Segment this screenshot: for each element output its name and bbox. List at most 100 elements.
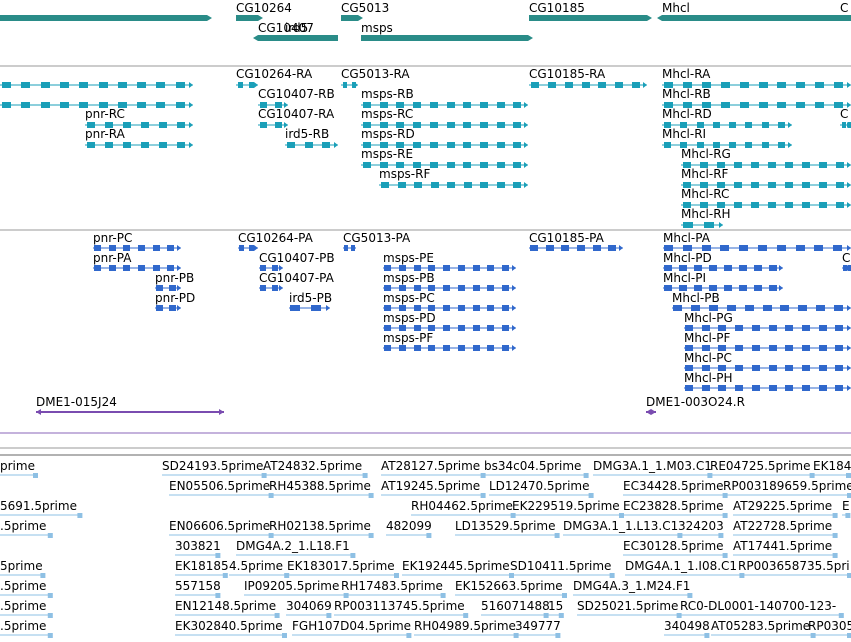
protein-exon[interactable] xyxy=(785,385,793,391)
transcript-exon[interactable] xyxy=(118,82,127,88)
transcript-exon[interactable] xyxy=(802,182,810,188)
protein-exon[interactable] xyxy=(798,305,807,311)
protein-exon[interactable] xyxy=(735,385,743,391)
gene-bar[interactable] xyxy=(662,15,851,21)
protein-exon[interactable] xyxy=(473,345,480,351)
transcript-exon[interactable] xyxy=(41,82,50,88)
protein-exon[interactable] xyxy=(835,325,843,331)
est-block[interactable] xyxy=(562,593,567,598)
transcript-exon[interactable] xyxy=(464,182,472,188)
protein-exon[interactable] xyxy=(473,265,480,271)
protein-exon[interactable] xyxy=(458,345,465,351)
protein-exon[interactable] xyxy=(785,365,793,371)
transcript-exon[interactable] xyxy=(60,82,69,88)
transcript-exon[interactable] xyxy=(815,82,824,88)
protein-exon[interactable] xyxy=(819,325,827,331)
protein-exon[interactable] xyxy=(311,305,321,311)
transcript-exon[interactable] xyxy=(2,82,11,88)
protein-exon[interactable] xyxy=(777,245,786,251)
transcript-exon[interactable] xyxy=(447,142,455,148)
protein-exon[interactable] xyxy=(109,265,116,271)
est-block[interactable] xyxy=(832,513,838,518)
est-block[interactable] xyxy=(846,473,851,478)
transcript-exon[interactable] xyxy=(768,182,776,188)
transcript-exon[interactable] xyxy=(447,122,455,128)
est-block[interactable] xyxy=(326,613,332,618)
protein-exon[interactable] xyxy=(502,305,509,311)
est-block[interactable] xyxy=(847,633,851,638)
transcript-exon[interactable] xyxy=(430,142,438,148)
transcript-exon[interactable] xyxy=(785,202,793,208)
est-block[interactable] xyxy=(368,493,374,498)
protein-exon[interactable] xyxy=(428,345,435,351)
transcript-exon[interactable] xyxy=(137,102,146,108)
protein-exon[interactable] xyxy=(802,325,810,331)
genome-browser-canvas[interactable]: CG10264 CG10407 ird5 CG5013 msps CG10185 Mhcl C… xyxy=(0,0,851,642)
protein-exon[interactable] xyxy=(735,345,743,351)
transcript-exon[interactable] xyxy=(713,122,720,128)
transcript-exon[interactable] xyxy=(238,82,243,88)
est-block[interactable] xyxy=(274,613,280,618)
est-block[interactable] xyxy=(583,473,589,478)
protein-exon[interactable] xyxy=(384,345,391,351)
transcript-exon[interactable] xyxy=(123,142,131,148)
transcript-exon[interactable] xyxy=(260,122,267,128)
protein-exon[interactable] xyxy=(123,265,130,271)
protein-exon[interactable] xyxy=(802,345,810,351)
protein-exon[interactable] xyxy=(664,285,672,291)
protein-exon[interactable] xyxy=(763,305,772,311)
est-block[interactable] xyxy=(47,533,53,538)
protein-exon[interactable] xyxy=(735,325,743,331)
est-block[interactable] xyxy=(480,493,486,498)
transcript-exon[interactable] xyxy=(729,122,736,128)
transcript-exon[interactable] xyxy=(249,82,254,88)
protein-exon[interactable] xyxy=(138,265,145,271)
transcript-exon[interactable] xyxy=(745,122,752,128)
transcript-exon[interactable] xyxy=(431,182,439,188)
protein-exon[interactable] xyxy=(752,365,760,371)
protein-exon[interactable] xyxy=(530,245,538,251)
transcript-exon[interactable] xyxy=(159,142,167,148)
protein-exon[interactable] xyxy=(754,265,762,271)
est-block[interactable] xyxy=(222,573,228,578)
transcript-exon[interactable] xyxy=(513,102,521,108)
transcript-exon[interactable] xyxy=(21,102,30,108)
transcript-exon[interactable] xyxy=(759,102,768,108)
protein-exon[interactable] xyxy=(487,285,494,291)
transcript-exon[interactable] xyxy=(785,162,793,168)
transcript-exon[interactable] xyxy=(751,182,759,188)
transcript-exon[interactable] xyxy=(497,102,505,108)
protein-exon[interactable] xyxy=(720,245,729,251)
transcript-exon[interactable] xyxy=(177,122,185,128)
transcript-exon[interactable] xyxy=(740,82,749,88)
transcript-exon[interactable] xyxy=(751,162,759,168)
est-block[interactable] xyxy=(838,613,844,618)
transcript-exon[interactable] xyxy=(796,102,805,108)
protein-exon[interactable] xyxy=(577,245,585,251)
protein-exon[interactable] xyxy=(443,305,450,311)
transcript-exon[interactable] xyxy=(141,122,149,128)
protein-exon[interactable] xyxy=(769,285,777,291)
protein-exon[interactable] xyxy=(754,285,762,291)
est-block[interactable] xyxy=(847,573,851,578)
transcript-exon[interactable] xyxy=(497,182,505,188)
est-block[interactable] xyxy=(282,633,287,638)
gene-bar[interactable] xyxy=(341,15,358,21)
protein-exon[interactable] xyxy=(458,305,465,311)
est-block[interactable] xyxy=(463,613,469,618)
est-block[interactable] xyxy=(609,573,615,578)
transcript-exon[interactable] xyxy=(836,182,844,188)
protein-exon[interactable] xyxy=(502,325,509,331)
protein-exon[interactable] xyxy=(814,245,823,251)
transcript-exon[interactable] xyxy=(836,202,844,208)
transcript-exon[interactable] xyxy=(513,162,521,168)
transcript-exon[interactable] xyxy=(819,202,827,208)
est-block[interactable] xyxy=(47,633,53,638)
est-block[interactable] xyxy=(426,533,432,538)
protein-exon[interactable] xyxy=(458,265,465,271)
est-block[interactable] xyxy=(722,513,728,518)
protein-exon[interactable] xyxy=(443,325,450,331)
transcript-exon[interactable] xyxy=(497,142,505,148)
protein-exon[interactable] xyxy=(458,285,465,291)
transcript-exon[interactable] xyxy=(513,182,521,188)
